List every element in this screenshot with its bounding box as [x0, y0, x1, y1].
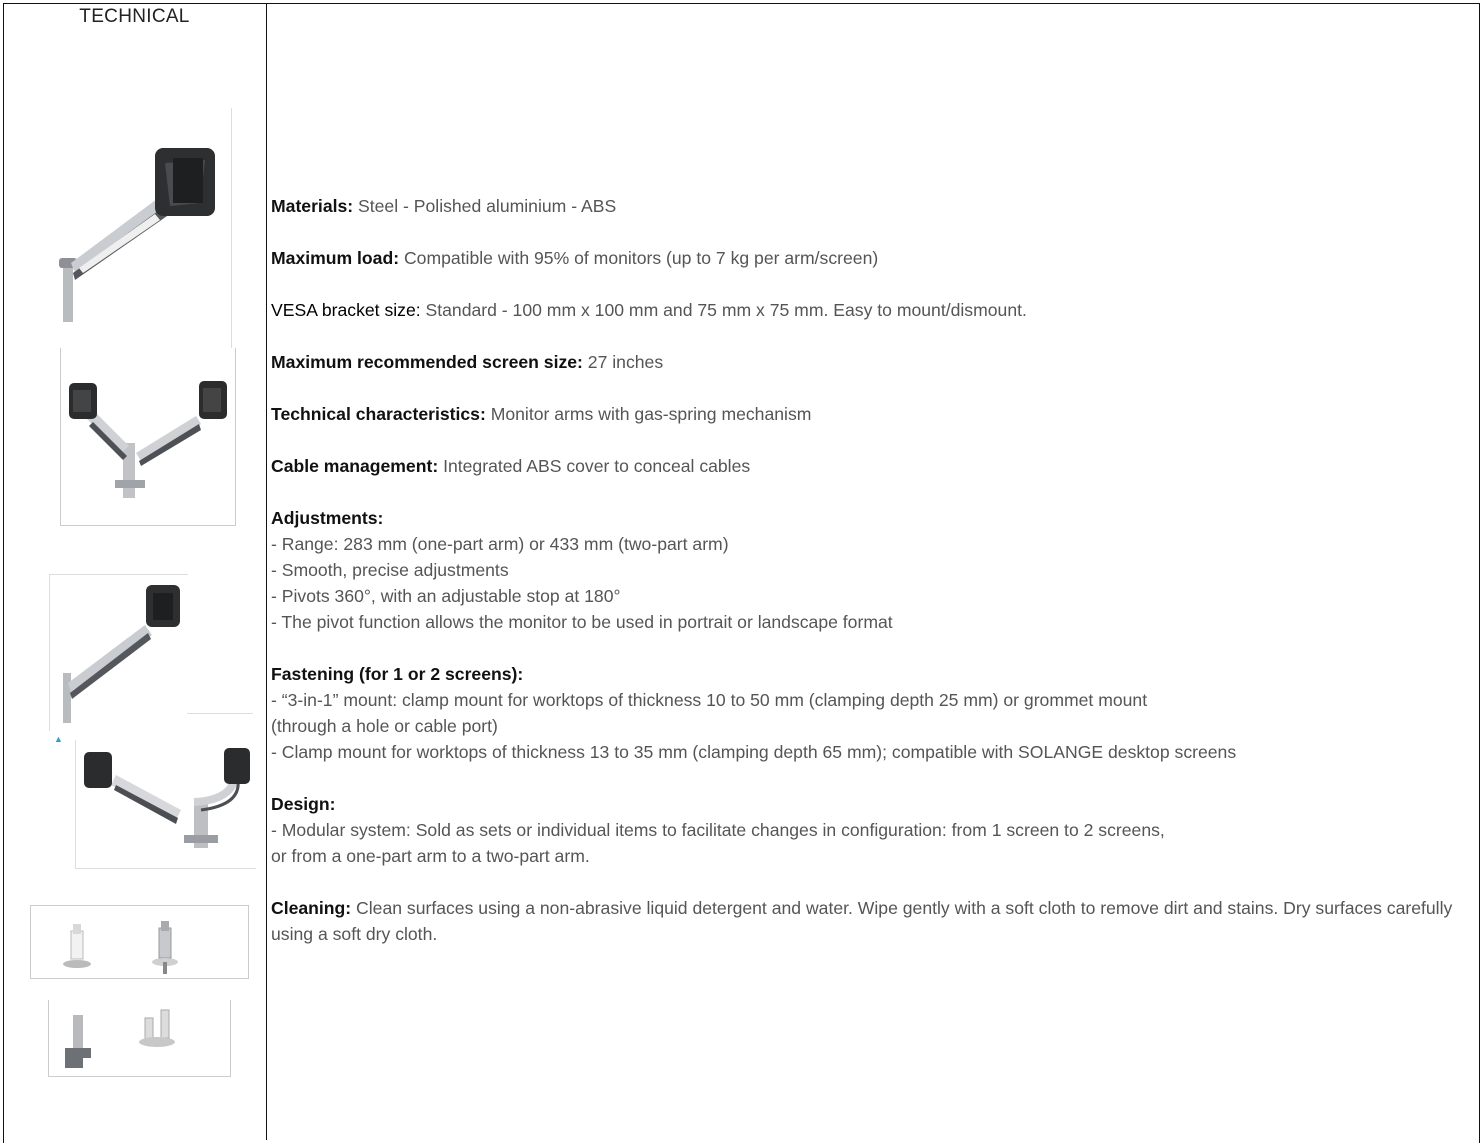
- product-image-dual-arm: [60, 348, 236, 526]
- expand-icon[interactable]: ▲: [54, 735, 63, 744]
- spec-line: - Smooth, precise adjustments: [271, 560, 509, 580]
- spec-value: Standard - 100 mm x 100 mm and 75 mm x 7…: [420, 300, 1027, 320]
- section-heading: TECHNICAL: [79, 6, 190, 27]
- spec-label: Technical characteristics:: [271, 404, 486, 424]
- spec-line: - The pivot function allows the monitor …: [271, 612, 893, 632]
- spec-label: Materials:: [271, 196, 354, 216]
- spec-cable-management: Cable management: Integrated ABS cover t…: [271, 453, 1466, 479]
- spec-label: Fastening (for 1 or 2 screens):: [271, 664, 524, 684]
- spec-line: - Clamp mount for worktops of thickness …: [271, 742, 1237, 762]
- spec-value: Steel - Polished aluminium - ABS: [353, 196, 617, 216]
- spec-line: (through a hole or cable port): [271, 716, 498, 736]
- product-image-mounts-2: [48, 1000, 231, 1077]
- spec-label: VESA bracket size:: [271, 300, 421, 320]
- spec-max-load: Maximum load: Compatible with 95% of mon…: [271, 245, 1466, 271]
- spec-value: Compatible with 95% of monitors (up to 7…: [399, 248, 879, 268]
- spec-value: Monitor arms with gas-spring mechanism: [485, 404, 812, 424]
- spec-technical-characteristics: Technical characteristics: Monitor arms …: [271, 401, 1466, 427]
- product-image-dual-two-part-arm: [75, 740, 256, 869]
- spec-value: Clean surfaces using a non-abrasive liqu…: [271, 898, 1453, 944]
- spec-line: - “3-in-1” mount: clamp mount for workto…: [271, 690, 1148, 710]
- spec-label: Adjustments:: [271, 508, 384, 528]
- spec-line: or from a one-part arm to a two-part arm…: [271, 846, 590, 866]
- spec-label: Cleaning:: [271, 898, 352, 918]
- spec-label: Maximum load:: [271, 248, 400, 268]
- spec-label: Design:: [271, 794, 336, 814]
- spec-cleaning: Cleaning: Clean surfaces using a non-abr…: [271, 895, 1466, 947]
- spec-value: 27 inches: [582, 352, 664, 372]
- column-divider: [266, 3, 267, 1140]
- spec-design: Design: - Modular system: Sold as sets o…: [271, 791, 1466, 869]
- spec-value: Integrated ABS cover to conceal cables: [438, 456, 751, 476]
- spec-adjustments: Adjustments: - Range: 283 mm (one-part a…: [271, 505, 1466, 635]
- spec-content: Materials: Steel - Polished aluminium - …: [271, 193, 1466, 973]
- spec-line: - Pivots 360°, with an adjustable stop a…: [271, 586, 621, 606]
- spec-fastening: Fastening (for 1 or 2 screens): - “3-in-…: [271, 661, 1466, 765]
- product-image-single-arm: [15, 108, 232, 360]
- product-image-arm-pole: [49, 574, 188, 731]
- spec-line: - Modular system: Sold as sets or indivi…: [271, 820, 1165, 840]
- product-image-mounts-1: [30, 905, 249, 979]
- spec-label: Maximum recommended screen size:: [271, 352, 583, 372]
- spec-materials: Materials: Steel - Polished aluminium - …: [271, 193, 1466, 219]
- spec-label: Cable management:: [271, 456, 439, 476]
- spec-vesa: VESA bracket size: Standard - 100 mm x 1…: [271, 297, 1466, 323]
- spec-line: - Range: 283 mm (one-part arm) or 433 mm…: [271, 534, 729, 554]
- spec-screen-size: Maximum recommended screen size: 27 inch…: [271, 349, 1466, 375]
- image-border-line: [187, 713, 253, 714]
